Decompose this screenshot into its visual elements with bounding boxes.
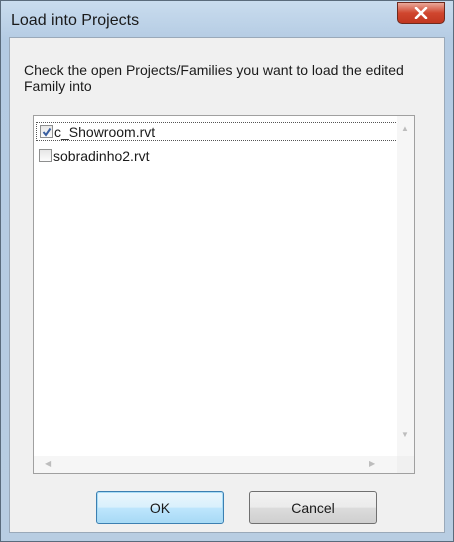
close-icon: [414, 7, 428, 19]
list-item-label: sobradinho2.rvt: [53, 147, 150, 164]
projects-list[interactable]: c_Showroom.rvt sobradinho2.rvt ▲ ▼ ◀ ▶: [33, 115, 415, 474]
cancel-button[interactable]: Cancel: [249, 491, 377, 524]
list-item-c-showroom[interactable]: c_Showroom.rvt: [36, 122, 410, 141]
list-item-label: c_Showroom.rvt: [54, 123, 156, 140]
title-bar[interactable]: Load into Projects: [1, 1, 453, 37]
close-button[interactable]: [397, 2, 445, 24]
scrollbar-corner: [397, 456, 414, 473]
dialog-title: Load into Projects: [11, 12, 140, 29]
instructions-text: Check the open Projects/Families you wan…: [24, 62, 404, 94]
checkmark-icon: [42, 127, 52, 137]
list-item-sobradinho2[interactable]: sobradinho2.rvt: [36, 146, 150, 165]
scroll-down-arrow-icon[interactable]: ▼: [401, 431, 409, 439]
scroll-right-arrow-icon[interactable]: ▶: [369, 460, 375, 468]
ok-button[interactable]: OK: [96, 491, 224, 524]
vertical-scrollbar[interactable]: ▲ ▼: [397, 116, 414, 456]
scroll-left-arrow-icon[interactable]: ◀: [45, 460, 51, 468]
checkbox-sobradinho2[interactable]: [39, 149, 52, 162]
horizontal-scrollbar[interactable]: ◀ ▶: [34, 456, 397, 473]
scroll-up-arrow-icon[interactable]: ▲: [401, 125, 409, 133]
checkbox-c-showroom[interactable]: [40, 125, 53, 138]
